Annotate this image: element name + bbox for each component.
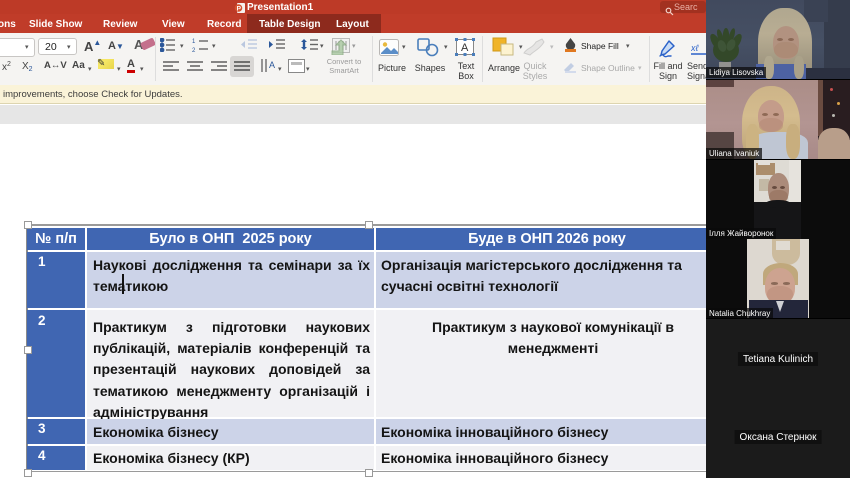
svg-text:xℓ: xℓ — [691, 43, 699, 53]
svg-text:1: 1 — [192, 39, 196, 45]
svg-text:A: A — [461, 42, 469, 54]
svg-text:2: 2 — [192, 48, 196, 52]
svg-text:A: A — [269, 60, 275, 70]
svg-text:P: P — [237, 5, 242, 12]
